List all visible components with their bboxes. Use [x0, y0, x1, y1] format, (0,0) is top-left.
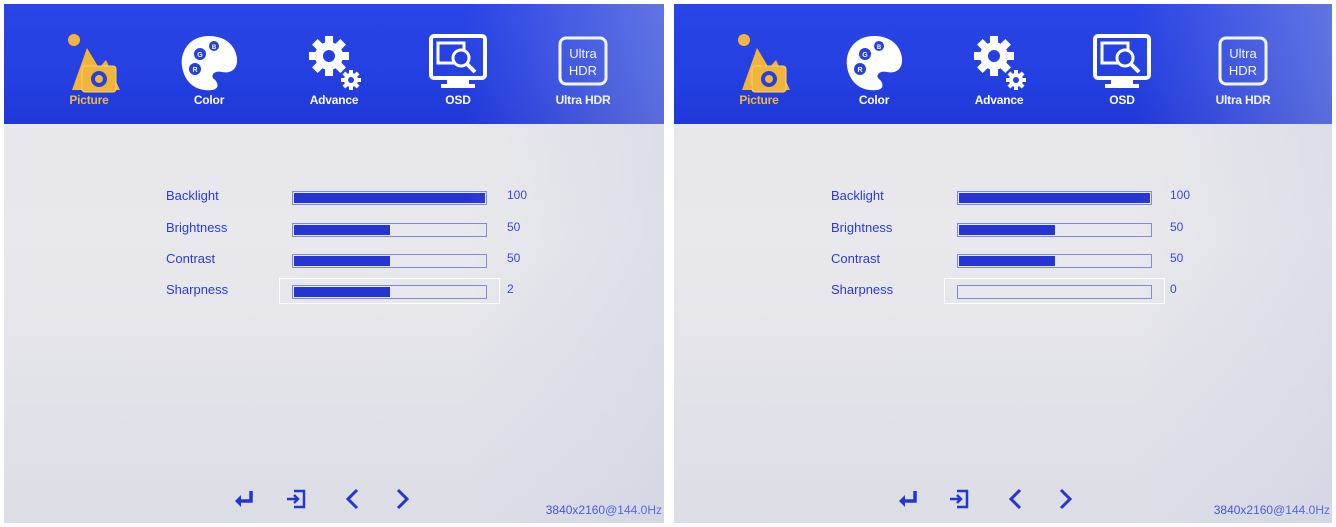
setting-row-brightness[interactable]: Brightness 50 [674, 216, 1332, 244]
footer-bar: 3840x2160@144.0Hz [4, 483, 664, 523]
setting-value: 0 [1170, 282, 1177, 296]
setting-slider[interactable] [957, 254, 1152, 268]
tab-advance[interactable]: Advance [944, 4, 1054, 124]
setting-value: 50 [507, 220, 521, 234]
setting-slider[interactable] [957, 191, 1152, 205]
picture-icon [738, 34, 790, 93]
tab-osd[interactable]: OSD [403, 4, 513, 124]
tab-label: Advance [309, 93, 359, 107]
slider-fill [959, 256, 1055, 266]
chevron-right-icon[interactable] [390, 487, 414, 511]
setting-label: Brightness [831, 220, 893, 235]
setting-slider[interactable] [292, 191, 487, 205]
tab-label: Ultra HDR [1215, 93, 1271, 107]
tab-label: Picture [739, 93, 779, 107]
footer-bar: 3840x2160@144.0Hz [674, 483, 1332, 523]
svg-text:B: B [212, 45, 217, 51]
ultra-hdr-badge-text: HDR [569, 63, 597, 78]
setting-value: 50 [507, 251, 521, 265]
setting-label: Backlight [166, 188, 219, 203]
slider-fill [294, 225, 390, 235]
chevron-left-icon[interactable] [1004, 487, 1028, 511]
slider-fill [959, 225, 1055, 235]
tab-label: Color [858, 93, 890, 107]
tab-label: Ultra HDR [555, 93, 611, 107]
osd-panel-right: Picture G B R Color Advance OSD Ultra HD… [670, 0, 1336, 527]
chevron-right-icon[interactable] [1053, 487, 1077, 511]
svg-text:R: R [857, 67, 862, 74]
setting-row-contrast[interactable]: Contrast 50 [4, 247, 664, 275]
setting-label: Brightness [166, 220, 228, 235]
tab-label: OSD [445, 93, 471, 107]
ultra-hdr-badge-text: Ultra [1229, 46, 1257, 61]
tab-label: Color [193, 93, 225, 107]
enter-icon[interactable] [232, 487, 256, 511]
tab-color[interactable]: G B R Color [819, 4, 929, 124]
resolution-readout: 3840x2160@144.0Hz [1213, 503, 1330, 517]
osd-monitor-icon [429, 34, 487, 88]
menu-tab-bar: Picture G B R Color Advance OSD Ultra HD… [674, 4, 1332, 124]
svg-text:B: B [877, 45, 882, 51]
osd-panel-left: Picture G B R Color Advance OSD Ultra HD… [0, 0, 668, 527]
setting-row-brightness[interactable]: Brightness 50 [4, 216, 664, 244]
ultra-hdr-badge-text: Ultra [569, 46, 597, 61]
tab-ultra-hdr[interactable]: Ultra HDR Ultra HDR [528, 4, 638, 124]
svg-text:G: G [862, 52, 868, 59]
slider-fill [294, 287, 390, 297]
setting-row-sharpness[interactable]: Sharpness 0 [674, 278, 1332, 306]
setting-slider[interactable] [292, 223, 487, 237]
tab-label: Advance [974, 93, 1024, 107]
tab-advance[interactable]: Advance [279, 4, 389, 124]
ultra-hdr-badge-text: HDR [1229, 63, 1257, 78]
color-palette-icon: G B R [181, 36, 238, 91]
setting-slider[interactable] [957, 285, 1152, 299]
setting-value: 50 [1170, 220, 1184, 234]
ultra-hdr-icon: Ultra HDR [1218, 36, 1268, 86]
osd-screen: Picture G B R Color Advance OSD Ultra HD… [674, 4, 1332, 523]
tab-color[interactable]: G B R Color [154, 4, 264, 124]
setting-value: 100 [507, 188, 528, 202]
setting-label: Contrast [831, 251, 881, 266]
tab-label: OSD [1109, 93, 1135, 107]
setting-label: Sharpness [166, 282, 229, 297]
setting-row-backlight[interactable]: Backlight 100 [674, 184, 1332, 212]
tab-ultra-hdr[interactable]: Ultra HDR Ultra HDR [1188, 4, 1298, 124]
setting-slider[interactable] [292, 254, 487, 268]
slider-fill [959, 193, 1150, 203]
resolution-readout: 3840x2160@144.0Hz [545, 503, 662, 517]
setting-row-sharpness[interactable]: Sharpness 2 [4, 278, 664, 306]
setting-row-contrast[interactable]: Contrast 50 [674, 247, 1332, 275]
exit-icon[interactable] [284, 487, 308, 511]
exit-icon[interactable] [947, 487, 971, 511]
svg-text:R: R [192, 67, 197, 74]
setting-value: 2 [507, 282, 514, 296]
menu-tab-bar: Picture G B R Color Advance OSD Ultra HD… [4, 4, 664, 124]
color-palette-icon: G B R [846, 36, 903, 91]
tab-label: Picture [69, 93, 109, 107]
osd-screen: Picture G B R Color Advance OSD Ultra HD… [4, 4, 664, 523]
osd-monitor-icon [1093, 34, 1151, 88]
setting-label: Backlight [831, 188, 884, 203]
tab-picture[interactable]: Picture [704, 4, 814, 124]
setting-value: 50 [1170, 251, 1184, 265]
tab-picture[interactable]: Picture [34, 4, 144, 124]
setting-row-backlight[interactable]: Backlight 100 [4, 184, 664, 212]
slider-fill [294, 193, 485, 203]
enter-icon[interactable] [896, 487, 920, 511]
gear-icon [309, 36, 361, 90]
setting-slider[interactable] [957, 223, 1152, 237]
chevron-left-icon[interactable] [341, 487, 365, 511]
picture-icon [68, 34, 120, 93]
svg-text:G: G [197, 52, 203, 59]
gear-icon [974, 36, 1026, 90]
tab-osd[interactable]: OSD [1067, 4, 1177, 124]
setting-label: Sharpness [831, 282, 894, 297]
ultra-hdr-icon: Ultra HDR [558, 36, 608, 86]
setting-value: 100 [1170, 188, 1191, 202]
slider-fill [294, 256, 390, 266]
setting-label: Contrast [166, 251, 216, 266]
setting-slider[interactable] [292, 285, 487, 299]
